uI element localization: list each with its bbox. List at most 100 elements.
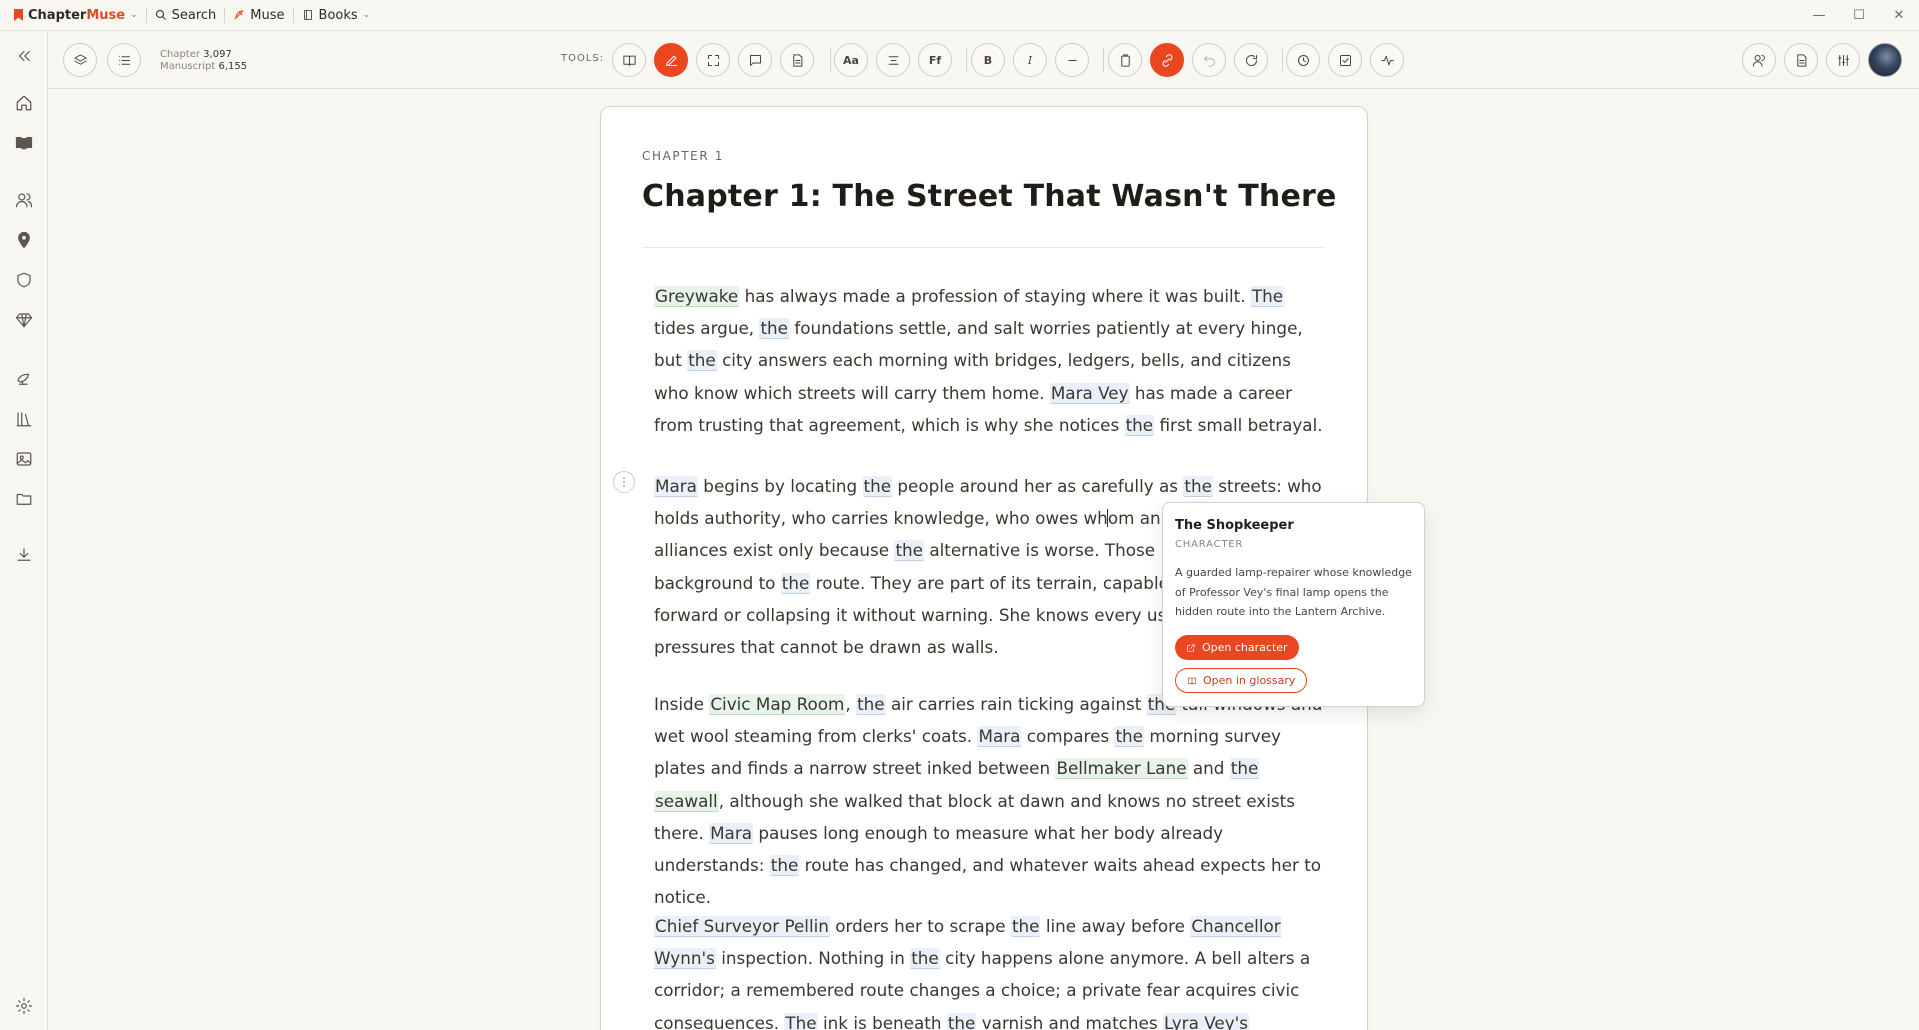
entity-mention[interactable]: the <box>862 476 893 497</box>
clipboard-icon <box>1120 53 1130 67</box>
entity-mention[interactable]: Mara <box>654 476 698 497</box>
focus-mode-button[interactable] <box>696 43 730 77</box>
double-chevron-left-icon <box>18 50 30 62</box>
history-button[interactable] <box>1286 43 1320 77</box>
rail-lore-button[interactable] <box>12 367 36 391</box>
entity-mention[interactable]: the <box>780 572 811 594</box>
entity-mention[interactable]: the <box>1229 758 1260 780</box>
settings-sliders-button[interactable] <box>1826 43 1860 77</box>
bookmark-logo-icon <box>14 9 23 21</box>
title-bar: ChapterMuse ⌄ Search Muse Books ⌄ — ☐ ✕ <box>0 0 1919 31</box>
location-mention[interactable]: seawall <box>654 790 719 812</box>
entity-mention[interactable]: Lyra Vey's <box>1162 1012 1249 1030</box>
entity-mention[interactable]: The <box>1250 286 1285 307</box>
redo-button[interactable] <box>1234 43 1268 77</box>
search-menu[interactable]: Search <box>147 0 225 31</box>
book-open-icon <box>622 55 636 66</box>
font-size-label: Aa <box>843 53 859 67</box>
entity-mention[interactable]: the <box>687 350 717 372</box>
redo-icon <box>1245 54 1257 66</box>
layers-icon <box>73 53 87 65</box>
check-square-icon <box>1339 54 1351 66</box>
paragraph[interactable]: Inside Civic Map Room, the air carries r… <box>654 688 1324 913</box>
entity-mention[interactable]: the <box>856 694 886 715</box>
rail-characters-button[interactable] <box>12 188 36 212</box>
location-mention[interactable]: Greywake <box>654 286 740 307</box>
font-size-button[interactable]: Aa <box>834 43 868 77</box>
entity-mention[interactable]: the <box>769 855 800 877</box>
rail-home-button[interactable] <box>12 91 36 115</box>
rail-images-button[interactable] <box>12 447 36 471</box>
location-mention[interactable]: Civic Map Room <box>709 694 846 715</box>
open-character-button[interactable]: Open character <box>1175 635 1299 660</box>
entity-mention[interactable]: Mara <box>709 822 754 844</box>
chevron-down-icon: ⌄ <box>130 10 138 20</box>
rail-export-button[interactable] <box>12 543 36 567</box>
left-rail <box>0 31 48 1030</box>
notes-button[interactable] <box>780 43 814 77</box>
location-mention[interactable]: Bellmaker Lane <box>1055 758 1188 780</box>
library-icon <box>16 412 32 427</box>
bold-button[interactable]: B <box>971 43 1005 77</box>
entity-mention[interactable]: Chief Surveyor Pellin <box>654 916 830 937</box>
paragraph[interactable]: Chief Surveyor Pellin orders her to scra… <box>654 910 1324 1030</box>
rail-book-button[interactable] <box>12 131 36 155</box>
clock-icon <box>1297 54 1309 66</box>
layers-button[interactable] <box>63 43 97 77</box>
entity-mention[interactable]: the <box>1114 726 1145 748</box>
entity-mention[interactable]: the <box>759 318 790 340</box>
activity-icon <box>1380 55 1394 65</box>
divider <box>1282 48 1283 72</box>
paragraph-menu-button[interactable]: ⋮ <box>613 471 635 493</box>
book-open-icon <box>1187 677 1197 685</box>
pencil-icon <box>665 55 677 66</box>
muse-menu[interactable]: Muse <box>225 0 292 31</box>
analytics-button[interactable] <box>1370 43 1404 77</box>
rail-items-button[interactable] <box>12 308 36 332</box>
edit-mode-button[interactable] <box>654 43 688 77</box>
tools-label: TOOLS: <box>561 53 605 64</box>
entity-mention[interactable]: Mara <box>977 726 1022 748</box>
checklist-button[interactable] <box>1328 43 1362 77</box>
user-avatar[interactable] <box>1868 43 1902 77</box>
entity-mention[interactable]: the <box>1010 916 1041 937</box>
minimize-button[interactable]: — <box>1799 0 1839 31</box>
rail-files-button[interactable] <box>12 487 36 511</box>
rail-factions-button[interactable] <box>12 268 36 292</box>
rail-locations-button[interactable] <box>12 228 36 252</box>
entity-popover: The Shopkeeper CHARACTER A guarded lamp-… <box>1162 502 1425 707</box>
close-button[interactable]: ✕ <box>1879 0 1919 31</box>
entity-mention[interactable]: Mara Vey <box>1049 382 1130 404</box>
align-button[interactable] <box>876 43 910 77</box>
comments-button[interactable] <box>738 43 772 77</box>
maximize-button[interactable]: ☐ <box>1839 0 1879 31</box>
collapse-sidebar-button[interactable] <box>12 44 36 68</box>
reader-view-button[interactable] <box>612 43 646 77</box>
italic-button[interactable]: I <box>1013 43 1047 77</box>
gem-icon <box>15 313 33 328</box>
document-info-button[interactable] <box>1784 43 1818 77</box>
search-label: Search <box>171 7 217 23</box>
link-button[interactable] <box>1150 43 1184 77</box>
separator-button[interactable] <box>1055 43 1089 77</box>
align-center-icon <box>888 55 898 65</box>
font-family-button[interactable]: Ff <box>918 43 952 77</box>
entity-mention[interactable]: The <box>784 1012 818 1030</box>
clipboard-button[interactable] <box>1108 43 1142 77</box>
chapter-title[interactable]: Chapter 1: The Street That Wasn't There <box>642 179 1337 214</box>
paragraph[interactable]: Greywake has always made a profession of… <box>654 280 1324 441</box>
rail-library-button[interactable] <box>12 407 36 431</box>
entity-mention[interactable]: the <box>894 540 924 562</box>
lamp-icon <box>17 373 30 385</box>
collaborators-button[interactable] <box>1742 43 1776 77</box>
outline-button[interactable] <box>107 43 141 77</box>
rail-settings-button[interactable] <box>12 994 36 1018</box>
books-menu[interactable]: Books ⌄ <box>294 0 379 31</box>
entity-mention[interactable]: the <box>946 1012 977 1030</box>
entity-mention[interactable]: the <box>1183 476 1213 497</box>
entity-mention[interactable]: the <box>910 948 940 970</box>
entity-mention[interactable]: the <box>1124 414 1155 436</box>
undo-button[interactable] <box>1192 43 1226 77</box>
open-glossary-button[interactable]: Open in glossary <box>1175 668 1308 693</box>
app-menu[interactable]: ChapterMuse ⌄ <box>0 0 146 31</box>
